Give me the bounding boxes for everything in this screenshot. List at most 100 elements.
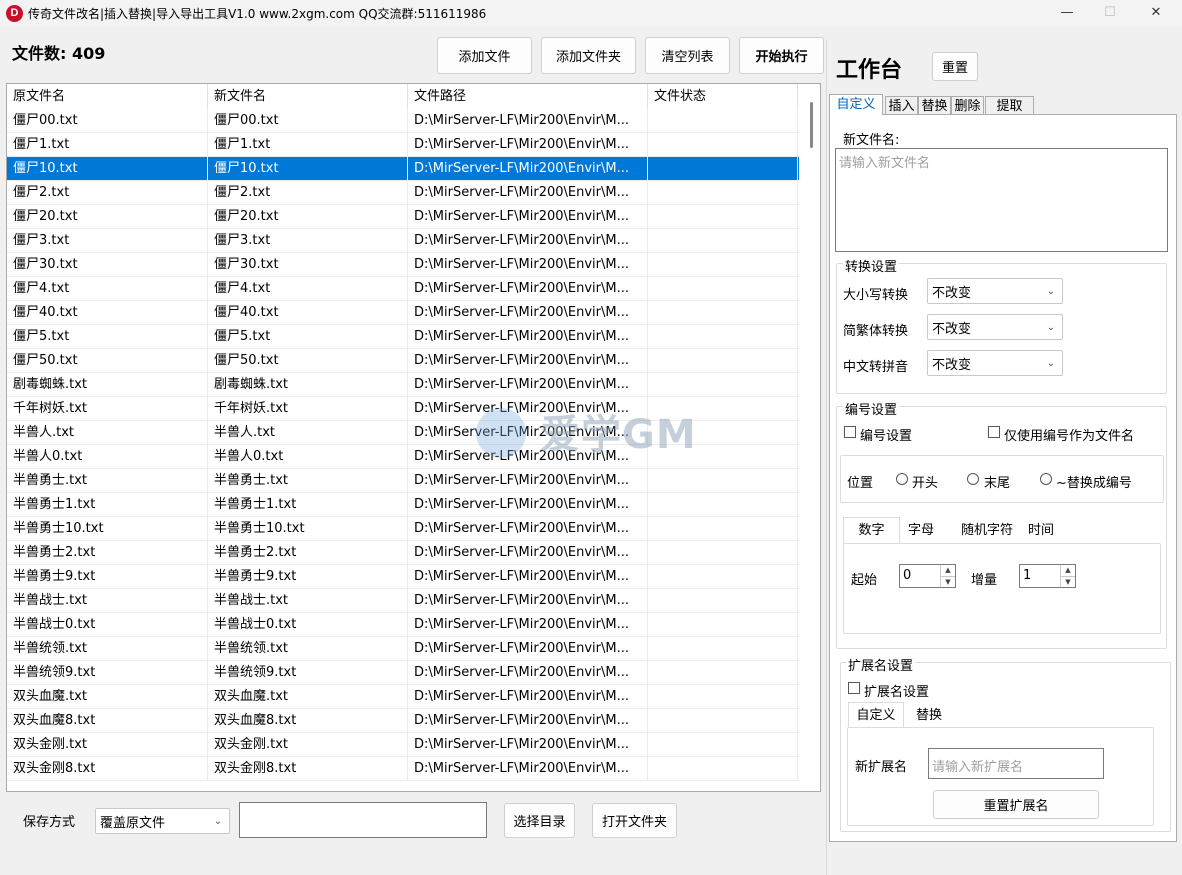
- file-status-cell: [648, 205, 798, 228]
- table-row[interactable]: 僵尸3.txt 僵尸3.txt D:\MirServer-LF\Mir200\Env…: [7, 229, 799, 253]
- choose-dir-button[interactable]: 选择目录: [504, 803, 575, 838]
- spin-down-icon[interactable]: ▼: [1061, 575, 1075, 588]
- start-label: 起始: [851, 573, 878, 588]
- new-name-cell: 半兽勇士9.txt: [208, 565, 408, 588]
- table-row[interactable]: 半兽战士0.txt 半兽战士0.txt D:\MirServer-LF\Mir200…: [7, 613, 799, 637]
- table-row[interactable]: 僵尸20.txt 僵尸20.txt D:\MirServer-LF\Mir200\E…: [7, 205, 799, 229]
- table-scrollbar[interactable]: [803, 84, 820, 791]
- maximize-button[interactable]: ☐: [1087, 0, 1133, 26]
- tab-delete[interactable]: 删除: [951, 96, 984, 115]
- numbering-enable-label: 编号设置: [860, 429, 913, 444]
- original-name-cell: 半兽勇士.txt: [7, 469, 208, 492]
- column-header-file-status[interactable]: 文件状态: [648, 84, 798, 109]
- table-row[interactable]: 半兽勇士10.txt 半兽勇士10.txt D:\MirServer-LF\Mir2…: [7, 517, 799, 541]
- tab-extract[interactable]: 提取: [985, 96, 1034, 115]
- new-name-textarea[interactable]: 请输入新文件名: [835, 148, 1168, 252]
- position-end-radio[interactable]: [967, 473, 979, 485]
- column-header-file-path[interactable]: 文件路径: [408, 84, 648, 109]
- file-status-cell: [648, 685, 798, 708]
- spin-up-icon[interactable]: ▲: [1061, 565, 1075, 576]
- table-row[interactable]: 僵尸5.txt 僵尸5.txt D:\MirServer-LF\Mir200\Env…: [7, 325, 799, 349]
- table-row[interactable]: 僵尸50.txt 僵尸50.txt D:\MirServer-LF\Mir200\E…: [7, 349, 799, 373]
- subtab-random[interactable]: 随机字符: [953, 518, 1021, 544]
- new-name-cell: 半兽战士.txt: [208, 589, 408, 612]
- sc-convert-select[interactable]: 不改变 ⌄: [927, 314, 1063, 340]
- clear-list-button[interactable]: 清空列表: [645, 37, 730, 74]
- position-start-radio[interactable]: [896, 473, 908, 485]
- file-status-cell: [648, 373, 798, 396]
- start-spinbox[interactable]: 0 ▲ ▼: [899, 564, 956, 588]
- start-spin-buttons[interactable]: ▲ ▼: [940, 565, 955, 587]
- save-mode-select[interactable]: 覆盖原文件 ⌄: [95, 808, 230, 834]
- table-row[interactable]: 僵尸30.txt 僵尸30.txt D:\MirServer-LF\Mir200\E…: [7, 253, 799, 277]
- file-path-cell: D:\MirServer-LF\Mir200\Envir\M...: [408, 205, 648, 228]
- add-file-button[interactable]: 添加文件: [437, 37, 532, 74]
- extension-enable-checkbox[interactable]: [848, 682, 860, 694]
- position-replace-radio[interactable]: [1040, 473, 1052, 485]
- new-ext-placeholder: 请输入新扩展名: [932, 760, 1024, 775]
- table-row[interactable]: 僵尸10.txt 僵尸10.txt D:\MirServer-LF\Mir200\E…: [7, 157, 799, 181]
- pinyin-convert-select[interactable]: 不改变 ⌄: [927, 350, 1063, 376]
- table-row[interactable]: 僵尸4.txt 僵尸4.txt D:\MirServer-LF\Mir200\Env…: [7, 277, 799, 301]
- reset-button[interactable]: 重置: [932, 52, 978, 81]
- step-spin-buttons[interactable]: ▲ ▼: [1060, 565, 1075, 587]
- close-button[interactable]: ✕: [1133, 0, 1179, 26]
- file-status-cell: [648, 565, 798, 588]
- subtab-time[interactable]: 时间: [1020, 518, 1062, 544]
- case-convert-value: 不改变: [932, 285, 972, 301]
- file-status-cell: [648, 253, 798, 276]
- file-path-cell: D:\MirServer-LF\Mir200\Envir\M...: [408, 229, 648, 252]
- only-number-checkbox[interactable]: [988, 426, 1000, 438]
- output-dir-field[interactable]: [239, 802, 487, 838]
- table-row[interactable]: 僵尸40.txt 僵尸40.txt D:\MirServer-LF\Mir200\E…: [7, 301, 799, 325]
- table-row[interactable]: 僵尸1.txt 僵尸1.txt D:\MirServer-LF\Mir200\Env…: [7, 133, 799, 157]
- ext-subtab-replace[interactable]: 替换: [904, 703, 954, 728]
- case-convert-select[interactable]: 不改变 ⌄: [927, 278, 1063, 304]
- file-status-cell: [648, 277, 798, 300]
- open-folder-button[interactable]: 打开文件夹: [592, 803, 677, 838]
- numbering-enable-checkbox[interactable]: [844, 426, 856, 438]
- table-row[interactable]: 僵尸00.txt 僵尸00.txt D:\MirServer-LF\Mir200\E…: [7, 109, 799, 133]
- workbench-title: 工作台: [836, 58, 903, 83]
- spin-up-icon[interactable]: ▲: [941, 565, 955, 576]
- table-row[interactable]: 半兽统领9.txt 半兽统领9.txt D:\MirServer-LF\Mir200…: [7, 661, 799, 685]
- title-bar: D 传奇文件改名|插入替换|导入导出工具V1.0 www.2xgm.com QQ…: [0, 0, 1182, 26]
- file-table[interactable]: 原文件名 新文件名 文件路径 文件状态 僵尸00.txt 僵尸00.txt D:\M…: [6, 83, 821, 792]
- column-header-original-name[interactable]: 原文件名: [7, 84, 208, 109]
- column-header-new-name[interactable]: 新文件名: [208, 84, 408, 109]
- original-name-cell: 僵尸40.txt: [7, 301, 208, 324]
- new-name-cell: 僵尸50.txt: [208, 349, 408, 372]
- subtab-number[interactable]: 数字: [843, 517, 900, 544]
- ext-subtab-custom[interactable]: 自定义: [848, 702, 904, 728]
- file-path-cell: D:\MirServer-LF\Mir200\Envir\M...: [408, 565, 648, 588]
- scrollbar-thumb[interactable]: [810, 102, 813, 148]
- table-row[interactable]: 剧毒蜘蛛.txt 剧毒蜘蛛.txt D:\MirServer-LF\Mir200\E…: [7, 373, 799, 397]
- table-row[interactable]: 双头金刚8.txt 双头金刚8.txt D:\MirServer-LF\Mir200…: [7, 757, 799, 781]
- table-row[interactable]: 半兽统领.txt 半兽统领.txt D:\MirServer-LF\Mir200\E…: [7, 637, 799, 661]
- new-name-cell: 僵尸3.txt: [208, 229, 408, 252]
- new-ext-field[interactable]: 请输入新扩展名: [928, 748, 1104, 779]
- tab-replace[interactable]: 替换: [918, 96, 951, 115]
- table-row[interactable]: 半兽勇士.txt 半兽勇士.txt D:\MirServer-LF\Mir200\E…: [7, 469, 799, 493]
- table-row[interactable]: 半兽勇士1.txt 半兽勇士1.txt D:\MirServer-LF\Mir200…: [7, 493, 799, 517]
- start-button[interactable]: 开始执行: [739, 37, 824, 74]
- tab-custom[interactable]: 自定义: [829, 94, 883, 115]
- number-subtab-panel: [843, 543, 1161, 634]
- tab-insert[interactable]: 插入: [885, 96, 918, 115]
- file-path-cell: D:\MirServer-LF\Mir200\Envir\M...: [408, 373, 648, 396]
- new-name-cell: 僵尸30.txt: [208, 253, 408, 276]
- minimize-button[interactable]: —: [1044, 0, 1090, 26]
- table-row[interactable]: 僵尸2.txt 僵尸2.txt D:\MirServer-LF\Mir200\Env…: [7, 181, 799, 205]
- spin-down-icon[interactable]: ▼: [941, 575, 955, 588]
- table-row[interactable]: 双头血魔8.txt 双头血魔8.txt D:\MirServer-LF\Mir200…: [7, 709, 799, 733]
- new-name-cell: 半兽勇士1.txt: [208, 493, 408, 516]
- subtab-letter[interactable]: 字母: [901, 518, 941, 544]
- table-row[interactable]: 半兽勇士9.txt 半兽勇士9.txt D:\MirServer-LF\Mir200…: [7, 565, 799, 589]
- table-row[interactable]: 半兽勇士2.txt 半兽勇士2.txt D:\MirServer-LF\Mir200…: [7, 541, 799, 565]
- reset-extension-button[interactable]: 重置扩展名: [933, 790, 1099, 819]
- table-row[interactable]: 双头血魔.txt 双头血魔.txt D:\MirServer-LF\Mir200\E…: [7, 685, 799, 709]
- add-folder-button[interactable]: 添加文件夹: [541, 37, 636, 74]
- step-spinbox[interactable]: 1 ▲ ▼: [1019, 564, 1076, 588]
- table-row[interactable]: 双头金刚.txt 双头金刚.txt D:\MirServer-LF\Mir200\E…: [7, 733, 799, 757]
- table-row[interactable]: 半兽战士.txt 半兽战士.txt D:\MirServer-LF\Mir200\E…: [7, 589, 799, 613]
